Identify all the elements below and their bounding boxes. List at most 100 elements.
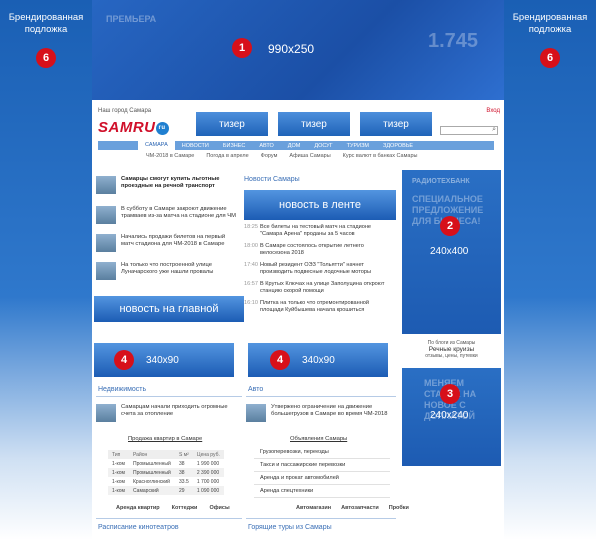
ad-340x90-right[interactable]: 4 340x90 bbox=[248, 343, 388, 377]
ad-240x400[interactable]: РАДИОТЕХБАНК СПЕЦИАЛЬНОЕ ПРЕДЛОЖЕНИЕ ДЛЯ… bbox=[402, 170, 501, 334]
col-header: Тип bbox=[108, 450, 129, 459]
subnav-forum[interactable]: Форум bbox=[261, 153, 278, 159]
cinema-title[interactable]: Расписание кинотеатров bbox=[98, 524, 179, 531]
auto-list: Грузоперевозки, переезды Такси и пассажи… bbox=[254, 446, 390, 498]
banner-ghost-title: ПРЕМЬЕРА bbox=[106, 14, 157, 24]
news-title: В субботу в Самаре закроют движение трам… bbox=[121, 206, 236, 219]
realty-news[interactable]: Самарцам начали приходить огромные счета… bbox=[96, 404, 242, 422]
cell: Красноглинский bbox=[133, 478, 170, 485]
branding-right[interactable]: Брендированная подложка 6 bbox=[504, 0, 596, 540]
bottom-divider-left bbox=[96, 518, 242, 519]
list-item[interactable]: На только что построенной улице Луначарс… bbox=[96, 262, 236, 282]
auto-list-title[interactable]: Объявления Самары bbox=[290, 436, 347, 442]
col-header: Район bbox=[129, 450, 175, 459]
auto-title[interactable]: Авто bbox=[248, 386, 263, 393]
feed-time: 18:00 bbox=[244, 243, 258, 249]
ad-340x90-left[interactable]: 4 340x90 bbox=[94, 343, 234, 377]
top-banner[interactable]: ПРЕМЬЕРА 1.745 1 990x250 bbox=[92, 0, 504, 100]
list-item[interactable]: В субботу в Самаре закроют движение трам… bbox=[96, 206, 236, 226]
ad-240x240[interactable]: МЕНЯЕМ СТАРОЕ НА НОВОЕ С ДОПЛАТОЙ 3 240x… bbox=[402, 368, 501, 466]
list-item[interactable]: Аренда и прокат автомобилей bbox=[254, 472, 390, 485]
table-row[interactable]: 1-ком Самарский 29 1 090 000 bbox=[108, 486, 224, 495]
nav-health[interactable]: ЗДОРОВЬЕ bbox=[376, 143, 420, 149]
list-item[interactable]: Аренда спецтехники bbox=[254, 485, 390, 498]
ad2-size: 240x400 bbox=[430, 246, 469, 257]
banner-size-label: 990x250 bbox=[268, 42, 315, 56]
cell: 33.5 bbox=[179, 478, 189, 485]
list-item[interactable]: Начались продажи билетов на первый матч … bbox=[96, 234, 236, 254]
search-input[interactable]: ⌕ bbox=[440, 126, 498, 135]
col-header: S м² bbox=[175, 450, 193, 459]
nav-tourism[interactable]: ТУРИЗМ bbox=[340, 143, 376, 149]
feed-item[interactable]: 18:25 Все билеты на тестовый матч на стад… bbox=[244, 224, 394, 238]
news-thumb bbox=[246, 404, 266, 422]
cell: 38 bbox=[179, 460, 185, 467]
nav-auto[interactable]: АВТО bbox=[252, 143, 280, 149]
teaser-3[interactable]: тизер bbox=[360, 112, 432, 136]
list-item[interactable]: Грузоперевозки, переезды bbox=[254, 446, 390, 459]
cell: Промышленный bbox=[133, 460, 171, 467]
nav-business[interactable]: БИЗНЕС bbox=[216, 143, 253, 149]
main-nav: САМАРА НОВОСТИ БИЗНЕС АВТО ДОМ ДОСУГ ТУР… bbox=[98, 141, 494, 150]
feed-time: 16:10 bbox=[244, 300, 258, 306]
nav-samara[interactable]: САМАРА bbox=[138, 141, 175, 150]
subnav-currency[interactable]: Курс валют в банках Самары bbox=[343, 153, 418, 159]
table-row[interactable]: 1-ком Красноглинский 33.5 1 700 000 bbox=[108, 477, 224, 486]
link-parts[interactable]: Автозапчасти bbox=[341, 505, 379, 511]
table-row[interactable]: 1-ком Промышленный 38 1 990 000 bbox=[108, 459, 224, 468]
cell: 1-ком bbox=[112, 478, 125, 485]
cell: 1-ком bbox=[108, 486, 129, 495]
realty-table-title[interactable]: Продажа квартир в Самаре bbox=[128, 436, 202, 442]
link-traffic[interactable]: Пробки bbox=[389, 505, 409, 511]
site-logo[interactable]: SAMRU ru bbox=[98, 119, 169, 136]
col-header: Цена руб. bbox=[192, 450, 224, 459]
nav-leisure[interactable]: ДОСУГ bbox=[307, 143, 339, 149]
list-item[interactable]: Самарцы смогут купить льготные проездные… bbox=[96, 176, 236, 196]
feed-title[interactable]: Новости Самары bbox=[244, 176, 300, 183]
nav-home[interactable]: ДОМ bbox=[281, 143, 308, 149]
feed-item[interactable]: 16:10 Плитка на только что отремонтирован… bbox=[244, 300, 394, 314]
subnav-weather[interactable]: Погода в апреле bbox=[206, 153, 248, 159]
banner-feed-news[interactable]: новость в ленте bbox=[244, 190, 396, 220]
teaser-2[interactable]: тизер bbox=[278, 112, 350, 136]
list-item[interactable]: Такси и пассажирские перевозки bbox=[254, 459, 390, 472]
badge-6-left: 6 bbox=[36, 48, 56, 68]
feed-list: 18:25 Все билеты на тестовый матч на стад… bbox=[244, 224, 394, 319]
cell: 29 bbox=[175, 486, 193, 495]
mini-line3: отзывы, цены, путевки bbox=[425, 353, 478, 359]
news-thumb bbox=[96, 176, 116, 194]
tours-title[interactable]: Горящие туры из Самары bbox=[248, 524, 332, 531]
subnav-afisha[interactable]: Афиша Самары bbox=[289, 153, 330, 159]
auto-links: Автомагазин Автозапчасти Пробки bbox=[296, 505, 409, 511]
realty-title[interactable]: Недвижимость bbox=[98, 386, 146, 393]
auto-news[interactable]: Утвержено ограничение на движение больше… bbox=[246, 404, 396, 422]
link-rent[interactable]: Аренда квартир bbox=[116, 505, 160, 511]
branding-left-label: Брендированная подложка bbox=[8, 12, 84, 35]
teaser-1[interactable]: тизер bbox=[196, 112, 268, 136]
link-automag[interactable]: Автомагазин bbox=[296, 505, 331, 511]
badge-4-right: 4 bbox=[270, 350, 290, 370]
badge-4-left: 4 bbox=[114, 350, 134, 370]
cell: 1 990 000 bbox=[196, 460, 220, 467]
banner-main-news[interactable]: новость на главной bbox=[94, 296, 244, 322]
feed-item[interactable]: 18:00 В Самаре состоялось открытие летнег… bbox=[244, 243, 394, 257]
city-label: Наш город Самара bbox=[98, 108, 152, 114]
link-offices[interactable]: Офисы bbox=[209, 505, 229, 511]
link-cottages[interactable]: Коттеджи bbox=[172, 505, 198, 511]
ad2-ghost-top: РАДИОТЕХБАНК bbox=[412, 178, 470, 185]
table-row[interactable]: 1-ком Промышленный 38 2 390 000 bbox=[108, 468, 224, 477]
sub-nav: ЧМ-2018 в Самаре Погода в апреле Форум А… bbox=[146, 153, 417, 159]
login-link[interactable]: Вход bbox=[486, 108, 500, 114]
nav-news[interactable]: НОВОСТИ bbox=[175, 143, 216, 149]
left-news-list: Самарцы смогут купить льготные проездные… bbox=[96, 176, 236, 290]
mini-line2: Речные круизы bbox=[428, 346, 475, 353]
cell: 1 090 000 bbox=[192, 486, 224, 495]
subnav-wc[interactable]: ЧМ-2018 в Самаре bbox=[146, 153, 194, 159]
search-icon[interactable]: ⌕ bbox=[492, 126, 496, 134]
mini-promo[interactable]: По блоги из Самары Речные круизы отзывы,… bbox=[402, 340, 501, 359]
news-thumb bbox=[96, 234, 116, 252]
feed-item[interactable]: 17:40 Новый резидент ОЭЗ "Тольятти" начне… bbox=[244, 262, 394, 276]
branding-left[interactable]: Брендированная подложка 6 bbox=[0, 0, 92, 540]
feed-item[interactable]: 16:57 В Крутых Ключах на улице Заполуцина… bbox=[244, 281, 394, 295]
news-title: Начались продажи билетов на первый матч … bbox=[121, 234, 226, 247]
